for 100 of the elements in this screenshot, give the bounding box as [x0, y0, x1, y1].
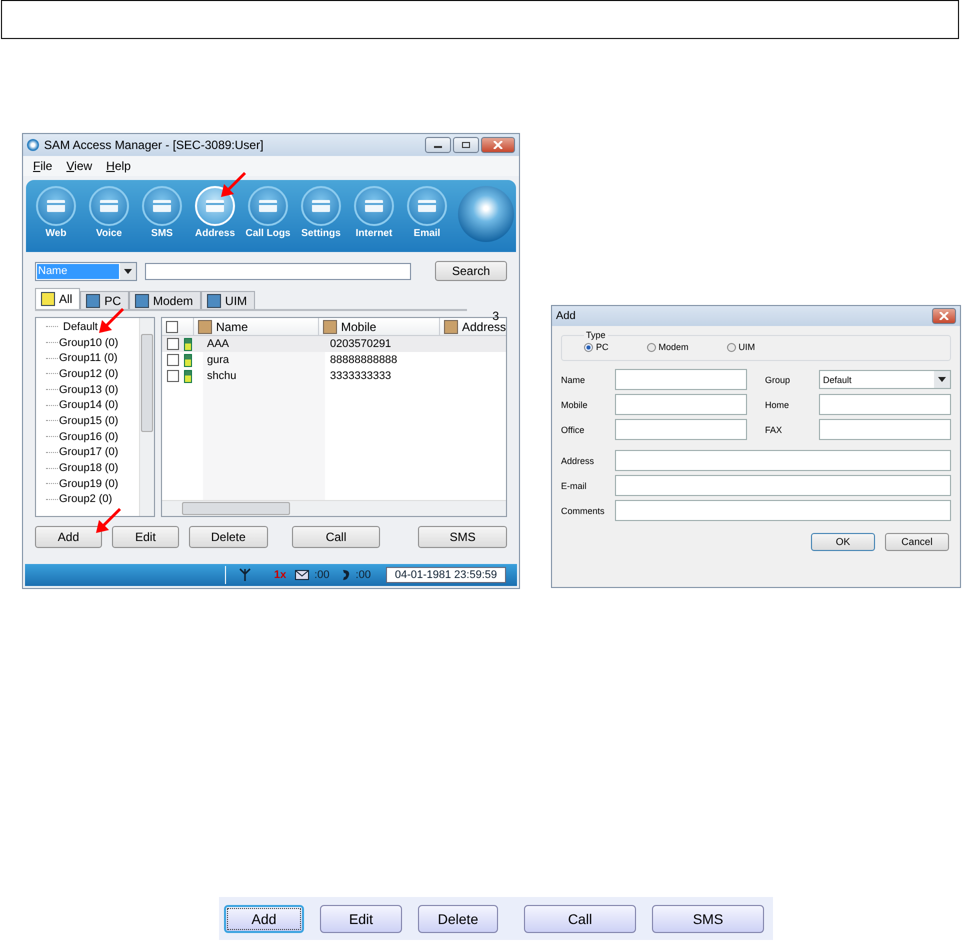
app-icon	[27, 139, 39, 151]
action-button[interactable]: Add	[35, 526, 102, 548]
group-label: Type	[585, 330, 607, 340]
card-icon	[204, 198, 226, 214]
tab[interactable]: UIM	[201, 291, 256, 309]
close-button[interactable]	[481, 137, 515, 153]
pointer-arrow	[218, 170, 248, 200]
tab-icon	[207, 294, 222, 308]
input-field[interactable]	[615, 475, 951, 496]
card-icon	[257, 198, 279, 214]
group-item[interactable]: Group16 (0)	[59, 430, 118, 443]
search-button[interactable]: Search	[435, 261, 507, 281]
envelope-icon	[295, 570, 310, 580]
sim-card-icon	[184, 354, 192, 366]
card-icon	[45, 198, 67, 214]
action-button[interactable]: SMS	[652, 904, 764, 932]
pointer-arrow	[96, 306, 126, 336]
pointer-arrow	[93, 506, 123, 536]
group-item[interactable]: Group18 (0)	[59, 462, 118, 474]
table-cell-text: AAA	[206, 338, 230, 350]
action-button[interactable]: Add	[224, 904, 304, 932]
search-field[interactable]	[145, 262, 411, 280]
input-field[interactable]	[819, 394, 951, 415]
field-label: E-mail	[561, 480, 588, 490]
tab[interactable]: All	[35, 288, 80, 309]
column-header[interactable]: Mobile	[318, 318, 440, 335]
action-button[interactable]: Edit	[112, 526, 179, 548]
minimize-button[interactable]	[425, 137, 451, 153]
action-button[interactable]: Edit	[320, 904, 402, 932]
close-button[interactable]	[932, 308, 956, 324]
input-field[interactable]	[615, 369, 747, 390]
antenna-icon	[239, 568, 251, 582]
menu-item[interactable]: View	[66, 159, 92, 173]
group-item[interactable]: Group10 (0)	[59, 336, 118, 349]
row-checkbox[interactable]	[167, 338, 179, 350]
table-cell-text: 3333333333	[329, 370, 392, 382]
group-item[interactable]: Default	[63, 320, 98, 333]
group-item[interactable]: Group17 (0)	[59, 446, 118, 458]
action-button[interactable]: Call	[292, 526, 380, 548]
row-checkbox[interactable]	[167, 354, 179, 366]
dropdown-caret-icon	[938, 377, 946, 382]
call-time: :00	[356, 569, 371, 581]
group-item[interactable]: Group2 (0)	[59, 493, 112, 506]
input-field[interactable]	[615, 394, 747, 415]
field-label: Office	[561, 424, 586, 434]
group-item[interactable]: Group13 (0)	[59, 384, 118, 396]
tab[interactable]: PC	[80, 291, 130, 309]
maximize-icon	[461, 141, 471, 149]
row-checkbox[interactable]	[167, 370, 179, 382]
close-icon	[493, 141, 503, 149]
action-button[interactable]: Delete	[418, 904, 498, 932]
sim-card-icon	[184, 370, 192, 382]
select-all-checkbox[interactable]	[166, 320, 178, 332]
action-button[interactable]: SMS	[418, 526, 507, 548]
group-item[interactable]: Group12 (0)	[59, 368, 118, 380]
tab-icon	[41, 292, 55, 306]
dialog-button[interactable]: OK	[811, 533, 875, 551]
group-dropdown[interactable]: Default	[819, 370, 951, 389]
card-icon	[98, 198, 120, 214]
dialog-button[interactable]: Cancel	[885, 533, 949, 551]
input-field[interactable]	[615, 419, 747, 440]
tab[interactable]: Modem	[129, 291, 202, 309]
radio-option[interactable]: Modem	[646, 342, 689, 352]
group-item[interactable]: Group11 (0)	[59, 352, 118, 364]
tab-icon	[86, 294, 100, 308]
card-icon	[416, 198, 438, 214]
column-icon	[322, 320, 337, 334]
close-icon	[939, 312, 949, 320]
scrollbar[interactable]	[162, 500, 506, 516]
table-cell-text: 0203570291	[329, 338, 392, 350]
field-label: Mobile	[561, 400, 589, 410]
input-field[interactable]	[819, 419, 951, 440]
radio-option[interactable]: PC	[584, 342, 609, 352]
card-icon	[310, 198, 332, 214]
action-button[interactable]: Call	[524, 904, 636, 932]
maximize-button[interactable]	[453, 137, 479, 153]
menu-item[interactable]: File	[33, 159, 52, 173]
scrollbar[interactable]	[139, 318, 154, 516]
field-label: Name	[561, 374, 586, 384]
window-title: SAM Access Manager - [SEC-3089:User]	[44, 138, 264, 152]
contact-count: 3	[492, 309, 499, 323]
field-label: Address	[561, 456, 596, 466]
field-label: FAX	[765, 424, 784, 434]
column-header[interactable]: Name	[194, 318, 319, 335]
action-button[interactable]: Delete	[188, 526, 268, 548]
table-cell-text: shchu	[206, 370, 238, 382]
input-field[interactable]	[615, 500, 951, 521]
column-icon	[444, 320, 458, 334]
phone-icon	[340, 569, 351, 581]
menu-item[interactable]: Help	[106, 159, 131, 173]
dialog-title: Add	[556, 310, 576, 322]
input-field[interactable]	[615, 450, 951, 471]
sim-card-icon	[184, 338, 192, 350]
radio-option[interactable]: UIM	[726, 342, 756, 352]
group-item[interactable]: Group14 (0)	[59, 399, 118, 412]
field-label: Home	[765, 400, 790, 410]
network-indicator: 1x	[274, 569, 286, 581]
group-item[interactable]: Group15 (0)	[59, 414, 118, 427]
group-item[interactable]: Group19 (0)	[59, 478, 118, 490]
message-time: :00	[314, 569, 330, 581]
